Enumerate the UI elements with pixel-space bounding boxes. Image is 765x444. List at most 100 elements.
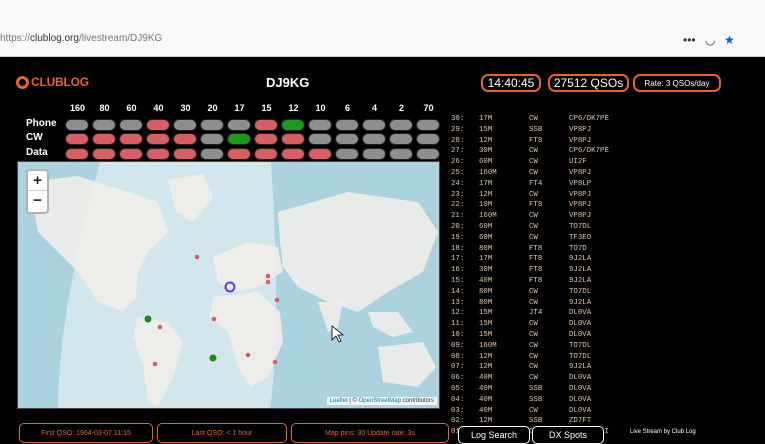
log-row: 10: 15M CW DL0VA — [451, 331, 751, 341]
log-band: 40M — [479, 406, 493, 415]
log-row: 28: 12M FT8 VP8PJ — [451, 137, 751, 147]
pocket-icon[interactable]: ◡ — [705, 33, 715, 47]
log-search-button[interactable]: Log Search — [458, 426, 530, 444]
band-mode-cell — [200, 148, 224, 160]
log-mode: CW — [529, 287, 538, 296]
log-n: 22: — [451, 201, 465, 210]
log-row: 25: 160M CW VP8PJ — [451, 169, 751, 179]
band-mode-cell — [146, 148, 170, 160]
log-call: VP8PJ — [569, 136, 592, 145]
log-row: 12: 15M JT4 DL0VA — [451, 309, 751, 319]
band-mode-cell — [389, 133, 413, 145]
log-call: DL0VA — [569, 395, 592, 404]
last-qso: Last QSO: < 1 hour — [157, 423, 287, 443]
qso-map[interactable]: + − Leaflet | © OpenStreetMap contributo… — [17, 161, 440, 409]
callsign-title: DJ9KG — [266, 75, 310, 90]
log-mode: CW — [529, 341, 538, 350]
dx-spots-button[interactable]: DX Spots — [532, 426, 604, 444]
log-n: 21: — [451, 212, 465, 221]
qso-count: 27512 QSOs — [548, 74, 629, 92]
leaflet-link[interactable]: Leaflet — [330, 398, 348, 404]
address-bar[interactable]: https://clublog.org/livestream/DJ9KG — [0, 33, 162, 44]
log-band: 17M — [479, 179, 493, 188]
log-row: 09: 160M CW TO7DL — [451, 342, 751, 352]
log-n: 08: — [451, 352, 465, 361]
map-pins-info: Map pins: 30 Update rate: 3s — [291, 423, 449, 443]
log-n: 23: — [451, 190, 465, 199]
log-mode: CW — [529, 212, 538, 221]
log-mode: SSB — [529, 125, 543, 134]
band-label: 20 — [207, 103, 218, 113]
band-mode-cell — [92, 133, 116, 145]
band-mode-cell — [254, 119, 278, 131]
band-mode-cell — [416, 133, 440, 145]
band-mode-cell — [146, 133, 170, 145]
log-mode: CW — [529, 190, 538, 199]
log-n: 24: — [451, 179, 465, 188]
log-n: 19: — [451, 233, 465, 242]
band-mode-cell — [362, 133, 386, 145]
log-row: 15: 40M FT8 9J2LA — [451, 277, 751, 287]
log-n: 27: — [451, 147, 465, 156]
log-mode: CW — [529, 406, 538, 415]
log-call: TO7DL — [569, 352, 592, 361]
log-band: 15M — [479, 320, 493, 329]
log-mode: JT4 — [529, 309, 543, 318]
more-icon[interactable]: ••• — [683, 33, 696, 47]
band-mode-cell — [335, 133, 359, 145]
url-scheme: https:// — [0, 33, 31, 44]
band-mode-cell — [416, 119, 440, 131]
log-n: 26: — [451, 158, 465, 167]
log-call: 9J2LA — [569, 363, 592, 372]
band-mode-cell — [254, 133, 278, 145]
band-mode-cell — [146, 119, 170, 131]
log-call: 9J2LA — [569, 277, 592, 285]
band-mode-cell — [119, 119, 143, 131]
band-mode-cell — [65, 119, 89, 131]
band-mode-cell — [308, 148, 332, 160]
log-mode: CW — [529, 363, 538, 372]
log-call: VP8PJ — [569, 125, 592, 134]
clublog-logo: CLUBLOG — [16, 74, 89, 90]
log-mode: CW — [529, 233, 538, 242]
osm-link[interactable]: OpenStreetMap — [359, 398, 401, 404]
map-canvas — [18, 162, 439, 408]
attr-tail: contributors — [400, 398, 434, 404]
log-row: 06: 40M CW DL0VA — [451, 374, 751, 384]
log-n: 13: — [451, 298, 465, 307]
log-n: 28: — [451, 136, 465, 145]
log-row: 11: 15M CW DL0VA — [451, 320, 751, 330]
log-row: 19: 60M CW TF3EO — [451, 234, 751, 244]
band-label: 70 — [423, 103, 434, 113]
log-n: 20: — [451, 223, 465, 231]
log-band: 60M — [479, 223, 493, 231]
log-n: 02: — [451, 417, 465, 426]
log-row: 26: 60M CW UI2F — [451, 158, 751, 168]
band-mode-cell — [389, 148, 413, 160]
log-n: 15: — [451, 277, 465, 285]
log-row: 18: 80M FT8 TO7D — [451, 245, 751, 255]
log-n: 29: — [451, 125, 465, 134]
log-call: DL0VA — [569, 385, 592, 393]
log-row: 08: 12M CW TO7DL — [451, 353, 751, 363]
mode-label: Data — [26, 147, 48, 158]
log-band: 40M — [479, 374, 493, 383]
log-row: 29: 15M SSB VP8PJ — [451, 126, 751, 136]
log-call: 9J2LA — [569, 255, 592, 264]
log-row: 03: 40M CW DL0VA — [451, 407, 751, 417]
zoom-out-button[interactable]: − — [28, 191, 47, 211]
log-mode: FT8 — [529, 201, 543, 210]
log-mode: CW — [529, 320, 538, 329]
log-mode: CW — [529, 147, 538, 156]
log-band: 12M — [479, 136, 493, 145]
log-call: CP6/DK7PE — [569, 115, 609, 123]
band-label: 40 — [153, 103, 164, 113]
log-n: 11: — [451, 320, 465, 329]
log-n: 09: — [451, 341, 465, 350]
log-mode: SSB — [529, 417, 543, 426]
logo-text: CLUBLOG — [31, 75, 89, 89]
map-zoom-control: + − — [26, 169, 49, 214]
zoom-in-button[interactable]: + — [28, 171, 47, 191]
bookmark-star-icon[interactable]: ★ — [724, 33, 735, 47]
band-mode-cell — [173, 133, 197, 145]
